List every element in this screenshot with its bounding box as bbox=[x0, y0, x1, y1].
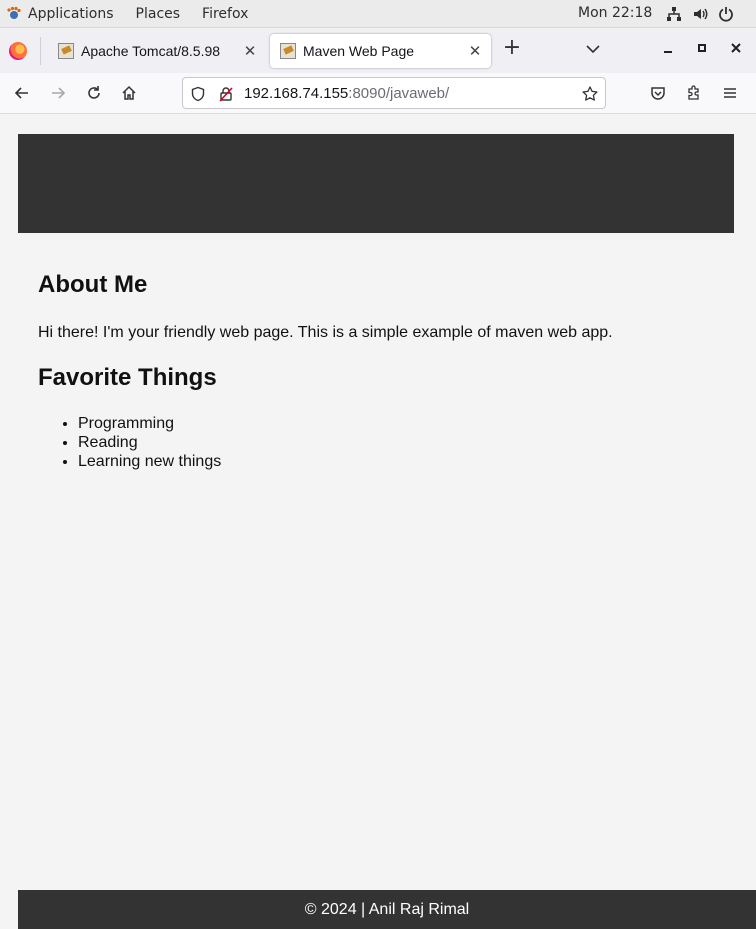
site-footer: © 2024 | Anil Raj Rimal bbox=[18, 890, 756, 929]
minimize-icon[interactable] bbox=[660, 40, 676, 56]
favorites-list: Programming Reading Learning new things bbox=[78, 414, 221, 471]
navigation-toolbar: 192.168.74.155:8090/javaweb/ bbox=[0, 73, 756, 114]
pocket-icon[interactable] bbox=[648, 83, 668, 103]
forward-icon[interactable] bbox=[48, 83, 68, 103]
tab-maven[interactable]: Maven Web Page ✕ bbox=[270, 34, 491, 68]
favorites-heading: Favorite Things bbox=[38, 364, 217, 391]
power-icon bbox=[718, 6, 734, 22]
tab-tomcat[interactable]: Apache Tomcat/8.5.98 ✕ bbox=[48, 34, 266, 68]
applications-label: Applications bbox=[28, 5, 114, 22]
new-tab-icon[interactable]: + bbox=[502, 37, 522, 59]
gnome-foot-icon bbox=[6, 6, 22, 22]
close-tab-icon[interactable]: ✕ bbox=[240, 42, 260, 60]
app-menu[interactable]: Firefox bbox=[191, 6, 259, 22]
volume-icon bbox=[692, 6, 708, 22]
system-top-bar: Applications Places Firefox Mon 22:18 bbox=[0, 0, 756, 28]
applications-menu[interactable]: Applications bbox=[0, 6, 114, 22]
url-text[interactable]: 192.168.74.155:8090/javaweb/ bbox=[244, 85, 449, 102]
clock[interactable]: Mon 22:18 bbox=[578, 5, 652, 21]
list-item: Reading bbox=[78, 433, 221, 452]
bookmark-star-icon[interactable] bbox=[581, 85, 599, 103]
list-item: Programming bbox=[78, 414, 221, 433]
url-host: 192.168.74.155 bbox=[244, 85, 349, 102]
system-tray[interactable] bbox=[666, 6, 734, 22]
tomcat-favicon-icon bbox=[280, 43, 296, 59]
tab-divider bbox=[40, 37, 41, 65]
about-text: Hi there! I'm your friendly web page. Th… bbox=[38, 324, 613, 341]
list-all-tabs-icon[interactable] bbox=[584, 40, 602, 58]
tab-title: Apache Tomcat/8.5.98 bbox=[81, 43, 221, 59]
address-bar[interactable]: 192.168.74.155:8090/javaweb/ bbox=[182, 77, 606, 109]
extensions-icon[interactable] bbox=[684, 83, 704, 103]
hamburger-menu-icon[interactable] bbox=[720, 83, 740, 103]
tab-strip: Apache Tomcat/8.5.98 ✕ Maven Web Page ✕ bbox=[0, 29, 756, 73]
places-menu[interactable]: Places bbox=[125, 6, 192, 22]
footer-text: © 2024 | Anil Raj Rimal bbox=[304, 900, 470, 918]
network-icon bbox=[666, 6, 682, 22]
close-tab-icon[interactable]: ✕ bbox=[465, 42, 485, 60]
about-heading: About Me bbox=[38, 271, 148, 298]
reload-icon[interactable] bbox=[84, 83, 104, 103]
insecure-lock-icon[interactable] bbox=[217, 85, 235, 103]
tab-title: Maven Web Page bbox=[303, 43, 415, 59]
web-page: About Me Hi there! I'm your friendly web… bbox=[0, 115, 756, 929]
home-icon[interactable] bbox=[119, 83, 139, 103]
url-path: :8090/javaweb/ bbox=[348, 85, 450, 102]
tracking-protection-shield-icon[interactable] bbox=[189, 85, 207, 103]
site-header-banner bbox=[18, 134, 734, 233]
tomcat-favicon-icon bbox=[58, 43, 74, 59]
close-window-icon[interactable] bbox=[728, 40, 744, 56]
firefox-icon[interactable] bbox=[9, 42, 27, 60]
back-icon[interactable] bbox=[12, 83, 32, 103]
maximize-icon[interactable] bbox=[694, 40, 710, 56]
list-item: Learning new things bbox=[78, 452, 221, 471]
